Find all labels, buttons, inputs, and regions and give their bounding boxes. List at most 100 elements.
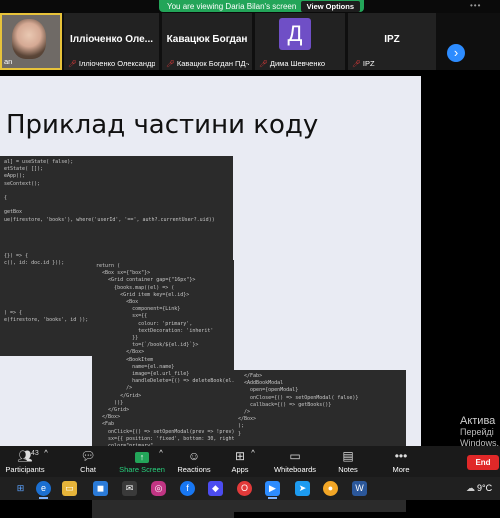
participant-big-name: IPZ bbox=[384, 34, 400, 45]
code-line: <Grid container gap={"16px"}> bbox=[96, 277, 196, 284]
code-line: al] = useState( false); bbox=[4, 159, 74, 165]
telegram-icon[interactable]: ➤ bbox=[295, 481, 310, 496]
more-dots-icon[interactable]: ••• bbox=[470, 1, 481, 10]
start-icon[interactable]: ⊞ bbox=[13, 481, 28, 496]
code-line: textDecoration: 'inherit' bbox=[96, 327, 214, 334]
avatar: Д bbox=[279, 18, 311, 50]
cloud-icon: ☁ bbox=[466, 483, 475, 493]
edge-icon[interactable]: e bbox=[36, 481, 51, 499]
chat-button[interactable]: 💬︎ Chat bbox=[63, 448, 113, 474]
code-line: }} bbox=[96, 335, 139, 342]
reactions-icon: ☺ bbox=[187, 449, 201, 463]
zoom-icon[interactable]: ▶ bbox=[265, 481, 280, 499]
opera-icon[interactable]: O bbox=[237, 481, 252, 496]
participant-video bbox=[12, 19, 46, 59]
code-line: </Box> bbox=[238, 416, 257, 423]
app-icon[interactable]: ◆ bbox=[208, 481, 223, 496]
word-icon[interactable]: W bbox=[352, 481, 367, 496]
code-line: to={`/book/${el.id}`}> bbox=[96, 342, 199, 349]
notes-button[interactable]: ▤ Notes bbox=[323, 448, 373, 474]
mail-icon[interactable]: ✉ bbox=[122, 481, 137, 496]
whiteboard-icon: ▭ bbox=[289, 449, 301, 463]
mic-off-icon: 🎤︎ bbox=[68, 61, 77, 68]
code-line: <Box sx={"box"}> bbox=[96, 270, 151, 277]
facebook-icon[interactable]: f bbox=[180, 481, 195, 496]
viewing-banner: You are viewing Daria Bilan's screen Vie… bbox=[0, 0, 500, 13]
whiteboards-button[interactable]: ▭ Whiteboards bbox=[266, 448, 324, 474]
code-line: handleDelete={() => deleteBook(el.id)} bbox=[96, 378, 234, 385]
code-line: /> bbox=[238, 409, 251, 416]
participants-count: 43 bbox=[31, 450, 39, 457]
participant-name: 🎤︎ Дима Шевченко bbox=[259, 59, 326, 68]
code-line: { bbox=[4, 195, 8, 202]
self-video-tile[interactable]: an bbox=[0, 13, 62, 70]
code-line: <BookItem bbox=[96, 356, 154, 363]
mic-off-icon: 🎤︎ bbox=[259, 61, 268, 68]
code-line: etState( []); bbox=[4, 166, 44, 173]
code-line: sx={{ position: 'fixed', bottom: 30, rig… bbox=[108, 435, 234, 442]
code-line: {books.map((el) => ( bbox=[96, 284, 175, 291]
mic-off-icon: 🎤︎ bbox=[352, 61, 361, 68]
shared-screen: Приклад частини коду al] = useState( fal… bbox=[0, 76, 421, 518]
reactions-button[interactable]: ☺ Reactions bbox=[169, 448, 219, 474]
code-line: </Box> bbox=[96, 349, 145, 356]
code-line: <Grid item key={el.id}> bbox=[96, 291, 190, 298]
chrome-icon[interactable]: ● bbox=[323, 481, 338, 496]
code-line: {}) => { bbox=[4, 252, 29, 259]
windows-taskbar: ⊞ e ▭ ◼ ✉ ◎ f ◆ O ▶ ➤ ● W ☁ 9°C bbox=[0, 477, 500, 500]
slide-title: Приклад частини коду bbox=[6, 110, 319, 140]
code-line: onClick={() => setOpenModal(prev => !pre… bbox=[96, 428, 234, 435]
participant-big-name: Кавацюк Богдан bbox=[166, 34, 248, 45]
code-line: colour: 'primary', bbox=[96, 320, 193, 327]
code-line: sx={{ bbox=[96, 313, 148, 320]
participants-caret-icon[interactable]: ^ bbox=[41, 448, 51, 457]
weather-widget[interactable]: ☁ 9°C bbox=[466, 483, 492, 494]
share-screen-icon: ↑ bbox=[135, 452, 149, 463]
participant-strip: an Ілліоченко Оле... 🎤︎ Ілліоченко Олекса… bbox=[0, 13, 500, 70]
apps-caret-icon[interactable]: ^ bbox=[248, 448, 258, 457]
next-participants-arrow-icon[interactable]: › bbox=[447, 44, 465, 62]
participant-tile[interactable]: Д 🎤︎ Дима Шевченко bbox=[255, 13, 345, 70]
view-options-button[interactable]: View Options bbox=[300, 0, 360, 12]
code-line: <Fab bbox=[96, 421, 115, 428]
code-line: open={openModal} bbox=[238, 387, 299, 394]
notes-icon: ▤ bbox=[342, 449, 354, 463]
viewing-pill: You are viewing Daria Bilan's screen Vie… bbox=[159, 0, 364, 12]
participant-tile[interactable]: Ілліоченко Оле... 🎤︎ Ілліоченко Олександр… bbox=[64, 13, 159, 70]
end-button[interactable]: End bbox=[467, 455, 499, 470]
code-line: image={el.url_file} bbox=[96, 371, 190, 378]
mic-off-icon: 🎤︎ bbox=[166, 61, 175, 68]
participant-name: 🎤︎ Ілліоченко Олександр... bbox=[68, 59, 156, 68]
code-line: ue(firestore, 'books'), where('userId', … bbox=[4, 216, 215, 223]
code-line: ); bbox=[238, 423, 245, 430]
file-explorer-icon[interactable]: ▭ bbox=[62, 481, 77, 496]
participant-big-name: Ілліоченко Оле... bbox=[69, 34, 154, 45]
code-line: </Fab> bbox=[238, 373, 263, 379]
code-line: </Grid> bbox=[96, 392, 142, 399]
code-line: seContext(); bbox=[4, 180, 41, 187]
code-line: } bbox=[238, 430, 242, 437]
code-line: </Grid> bbox=[96, 407, 130, 414]
participant-tile[interactable]: Кавацюк Богдан 🎤︎ Кавацюк Богдан ПД-42 bbox=[162, 13, 252, 70]
share-caret-icon[interactable]: ^ bbox=[156, 448, 166, 457]
self-name: an bbox=[4, 57, 13, 66]
code-line: eApp(); bbox=[4, 173, 26, 180]
code-line: callback={() => getBooks()} bbox=[238, 401, 332, 408]
participant-name: 🎤︎ Кавацюк Богдан ПД-42 bbox=[166, 59, 249, 68]
store-icon[interactable]: ◼ bbox=[93, 481, 108, 496]
code-line: /> bbox=[96, 385, 133, 392]
code-line: component={Link} bbox=[96, 306, 181, 313]
chat-icon: 💬︎ bbox=[80, 449, 96, 463]
viewing-text: You are viewing Daria Bilan's screen bbox=[167, 1, 297, 11]
instagram-icon[interactable]: ◎ bbox=[151, 481, 166, 496]
code-line: <Box bbox=[96, 299, 139, 306]
more-icon: ••• bbox=[394, 449, 408, 463]
more-button[interactable]: ••• More bbox=[376, 448, 426, 474]
participant-tile[interactable]: IPZ 🎤︎ IPZ bbox=[348, 13, 436, 70]
